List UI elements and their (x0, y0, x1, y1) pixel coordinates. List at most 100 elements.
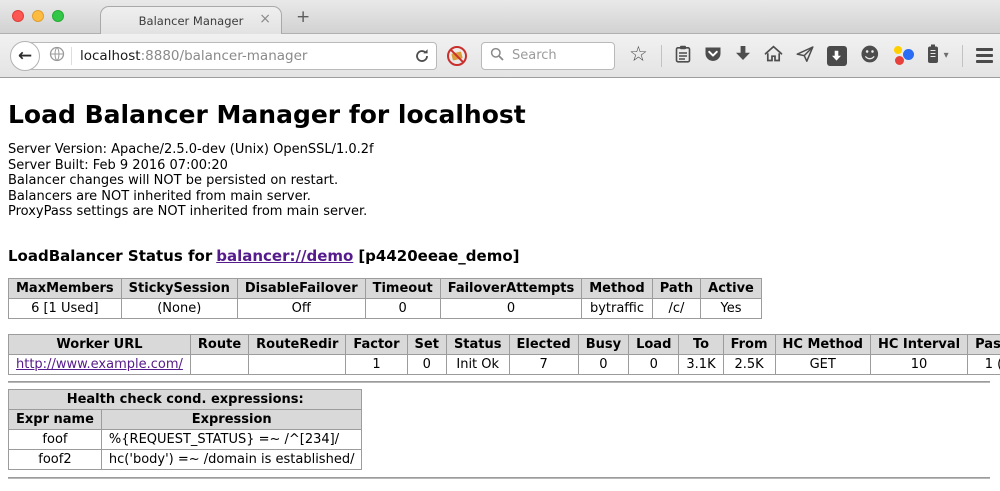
home-icon[interactable] (764, 45, 783, 66)
page-content: Load Balancer Manager for localhost Serv… (0, 78, 1000, 479)
new-tab-button[interactable]: + (296, 7, 310, 27)
proxypass-note-line: ProxyPass settings are NOT inherited fro… (8, 204, 990, 220)
cell-maxmembers: 6 [1 Used] (9, 298, 122, 318)
health-header-row: Expr name Expression (9, 409, 362, 429)
col-set: Set (407, 334, 446, 354)
cell-active: Yes (701, 298, 762, 318)
col-status: Status (446, 334, 509, 354)
health-data-row: foof2 hc('body') =~ /domain is establish… (9, 449, 362, 469)
toolbar-icons: ☆ ☻ (629, 44, 1000, 68)
worker-url-link[interactable]: http://www.example.com/ (16, 357, 183, 372)
cell-busy: 0 (578, 354, 628, 374)
tab-balancer-manager[interactable]: Balancer Manager × (100, 6, 282, 34)
balancer-table: MaxMembers StickySession DisableFailover… (8, 278, 762, 319)
section-divider (8, 381, 990, 383)
search-input[interactable] (510, 47, 606, 64)
balancer-link[interactable]: balancer://demo (216, 247, 353, 265)
health-table-title: Health check cond. expressions: (9, 389, 362, 409)
clipboard-icon[interactable] (675, 45, 691, 67)
red-ball (895, 56, 904, 65)
reload-icon[interactable] (414, 48, 430, 64)
cell-route (190, 354, 248, 374)
col-factor: Factor (346, 334, 407, 354)
balancer-header-row: MaxMembers StickySession DisableFailover… (9, 278, 762, 298)
col-timeout: Timeout (365, 278, 440, 298)
col-maxmembers: MaxMembers (9, 278, 122, 298)
cell-to: 3.1K (679, 354, 723, 374)
cell-hc-interval: 10 (870, 354, 967, 374)
page-bottom-divider (8, 477, 990, 479)
addon-dropdown-caret-icon[interactable]: ▾ (944, 50, 949, 61)
col-route: Route (190, 334, 248, 354)
cell-factor: 1 (346, 354, 407, 374)
toolbar-divider (661, 45, 662, 67)
urlbar-divider (71, 47, 72, 65)
close-tab-icon[interactable]: × (259, 12, 271, 26)
cell-from: 2.5K (723, 354, 775, 374)
cell-worker-url: http://www.example.com/ (9, 354, 191, 374)
health-title-row: Health check cond. expressions: (9, 389, 362, 409)
cell-stickysession: (None) (121, 298, 237, 318)
worker-header-row: Worker URL Route RouteRedir Factor Set S… (9, 334, 1000, 354)
col-expression: Expression (101, 409, 362, 429)
cell-expr-name: foof2 (9, 449, 102, 469)
close-window-button[interactable] (12, 10, 24, 22)
url-bar[interactable]: localhost:8880/balancer-manager (24, 42, 437, 70)
worker-table: Worker URL Route RouteRedir Factor Set S… (8, 334, 1000, 375)
tab-title: Balancer Manager (139, 14, 244, 28)
minimize-window-button[interactable] (32, 10, 44, 22)
col-passes: Passes (968, 334, 1000, 354)
search-icon (490, 46, 504, 65)
back-arrow-icon: ← (18, 46, 32, 66)
cell-elected: 7 (509, 354, 578, 374)
page-title: Load Balancer Manager for localhost (8, 100, 990, 129)
cell-failoverattempts: 0 (440, 298, 582, 318)
cell-path: /c/ (652, 298, 700, 318)
share-plane-icon[interactable] (796, 45, 814, 67)
addon-download-icon[interactable] (827, 46, 847, 66)
col-hc-method: HC Method (775, 334, 870, 354)
cell-expression: hc('body') =~ /domain is established/ (101, 449, 362, 469)
cell-routeredir (249, 354, 346, 374)
cell-timeout: 0 (365, 298, 440, 318)
col-active: Active (701, 278, 762, 298)
col-path: Path (652, 278, 700, 298)
col-to: To (679, 334, 723, 354)
flashblock-icon[interactable] (446, 45, 468, 67)
back-button[interactable]: ← (10, 41, 40, 71)
health-check-table: Health check cond. expressions: Expr nam… (8, 389, 362, 470)
cell-passes: 1 (0) (968, 354, 1000, 374)
downloadhelper-icon[interactable] (893, 46, 914, 66)
balancer-data-row: 6 [1 Used] (None) Off 0 0 bytraffic /c/ … (9, 298, 762, 318)
col-expr-name: Expr name (9, 409, 102, 429)
health-data-row: foof %{REQUEST_STATUS} =~ /^[234]/ (9, 429, 362, 449)
col-method: Method (582, 278, 652, 298)
col-worker-url: Worker URL (9, 334, 191, 354)
server-info: Server Version: Apache/2.5.0-dev (Unix) … (8, 142, 990, 220)
zoom-window-button[interactable] (52, 10, 64, 22)
col-load: Load (629, 334, 679, 354)
col-stickysession: StickySession (121, 278, 237, 298)
bookmark-star-icon[interactable]: ☆ (629, 44, 648, 65)
cell-status: Init Ok (446, 354, 509, 374)
emoji-addon-icon[interactable]: ☻ (860, 46, 880, 65)
battery-addon-icon[interactable] (927, 44, 939, 68)
url-text[interactable]: localhost:8880/balancer-manager (80, 48, 410, 64)
search-bar[interactable] (481, 42, 615, 70)
col-disablefailover: DisableFailover (237, 278, 365, 298)
url-domain: localhost (80, 48, 141, 64)
pocket-icon[interactable] (704, 45, 722, 67)
col-hc-interval: HC Interval (870, 334, 967, 354)
col-from: From (723, 334, 775, 354)
cell-hc-method: GET (775, 354, 870, 374)
col-routeredir: RouteRedir (249, 334, 346, 354)
downloads-icon[interactable] (735, 45, 751, 66)
cell-method: bytraffic (582, 298, 652, 318)
cell-expr-name: foof (9, 429, 102, 449)
navigation-toolbar: ← localhost:8880/balancer-manager ☆ (0, 34, 1000, 78)
status-prefix: LoadBalancer Status for (8, 247, 212, 265)
site-identity-globe-icon[interactable] (49, 46, 65, 66)
menu-icon[interactable] (976, 48, 993, 63)
window-controls (12, 10, 64, 22)
persist-note-line: Balancer changes will NOT be persisted o… (8, 173, 990, 189)
